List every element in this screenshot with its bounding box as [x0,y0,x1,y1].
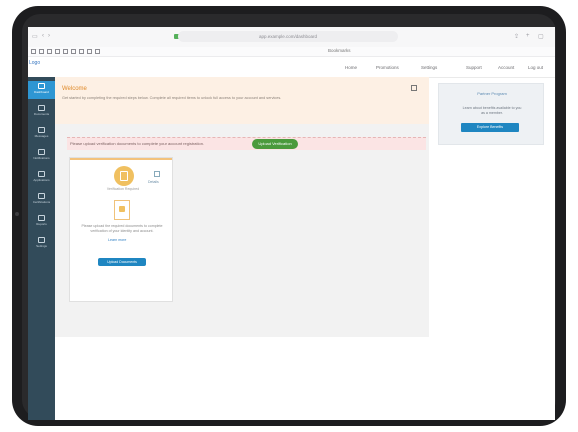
bookmarks-label[interactable]: Bookmarks [328,48,351,53]
bookmark-icon[interactable] [79,49,84,54]
brand-logo[interactable]: Logo [29,60,40,66]
details-icon[interactable] [154,171,160,177]
document-badge-icon [120,171,128,181]
sidebar-item-label: Dashboard [34,90,49,94]
sidebar-item-certifications[interactable]: Certifications [28,191,55,209]
upload-documents-button[interactable]: Upload Documents [98,258,146,266]
sidebar-item-label: Reports [36,222,47,226]
bookmark-icon[interactable] [63,49,68,54]
sidebar-item-notifications[interactable]: Notifications [28,147,55,165]
sidebar-item-dashboard[interactable]: Dashboard [28,81,55,99]
share-icon[interactable]: ⇪ [514,33,519,40]
bookmark-icon[interactable] [47,49,52,54]
applications-icon [38,171,45,177]
alert-text: Please upload verification documents to … [70,141,205,146]
bookmark-icon[interactable] [31,49,36,54]
url-bar[interactable]: app.example.com/dashboard [178,31,398,42]
expand-icon[interactable] [411,85,417,91]
learn-more-link[interactable]: Learn more [108,238,126,242]
card-accent [70,158,172,160]
bookmark-icon[interactable] [87,49,92,54]
top-navigation: Logo Home Promotions Settings Support Ac… [28,57,555,78]
bookmark-icon[interactable] [55,49,60,54]
sidebar-toggle-icon[interactable]: ▭ [32,33,38,40]
banner-title: Welcome [62,86,87,92]
promo-panel: Partner Program Learn about benefits ava… [438,83,544,145]
sidebar-item-label: Documents [33,112,50,116]
new-tab-icon[interactable]: + [526,33,530,39]
sidebar-item-label: Applications [33,178,50,182]
sidebar-item-label: Notifications [33,156,50,160]
verification-alert: Please upload verification documents to … [67,137,426,150]
sidebar-item-label: Certifications [32,200,51,204]
bookmarks-bar: Bookmarks [28,47,555,57]
back-icon[interactable]: ‹ [42,33,44,39]
welcome-banner: Welcome Get started by completing the re… [55,77,429,124]
reports-icon [38,215,45,221]
sidebar-item-documents[interactable]: Documents [28,103,55,121]
sidebar-item-reports[interactable]: Reports [28,213,55,231]
notifications-icon [38,149,45,155]
nav-item-logout[interactable]: Log out [528,65,543,70]
forward-icon[interactable]: › [48,33,50,39]
badge-icon [114,166,134,186]
screen: ▭ ‹ › app.example.com/dashboard ⇪ + ▢ Bo… [28,27,555,420]
bookmark-icon[interactable] [39,49,44,54]
nav-item-settings[interactable]: Settings [421,65,437,70]
sidebar-item-label: Messages [34,134,49,138]
bookmark-icon[interactable] [71,49,76,54]
settings-icon [38,237,45,243]
nav-item-promotions[interactable]: Promotions [376,65,399,70]
explore-benefits-button[interactable]: Explore Benefits [461,123,519,132]
badge-label: Verification Required [106,187,140,191]
card-description: Please upload the required documents to … [81,224,163,233]
sidebar-item-applications[interactable]: Applications [28,169,55,187]
sidebar-item-settings[interactable]: Settings [28,235,55,253]
promo-text: Learn about benefits available to you as… [462,106,522,115]
left-sidebar: Dashboard Documents Messages Notificatio… [28,77,55,420]
verification-card: Details Verification Required Please upl… [69,157,173,302]
sidebar-item-messages[interactable]: Messages [28,125,55,143]
details-label[interactable]: Details [148,180,159,184]
nav-item-account[interactable]: Account [498,65,514,70]
promo-logo: Partner Program [477,91,507,96]
bookmark-icon[interactable] [95,49,100,54]
sidebar-item-label: Settings [36,244,47,248]
document-mark [119,206,125,212]
nav-item-support[interactable]: Support [466,65,482,70]
browser-toolbar: ▭ ‹ › app.example.com/dashboard ⇪ + ▢ [28,27,555,48]
certifications-icon [38,193,45,199]
camera-icon [15,212,19,216]
dashboard-icon [38,83,45,89]
nav-item-home[interactable]: Home [345,65,357,70]
upload-verification-button[interactable]: Upload Verification [252,139,298,149]
documents-icon [38,105,45,111]
messages-icon [38,127,45,133]
document-icon [114,200,130,220]
banner-text: Get started by completing the required s… [62,96,282,100]
main-content: Welcome Get started by completing the re… [55,77,429,337]
tabs-overview-icon[interactable]: ▢ [538,33,544,40]
